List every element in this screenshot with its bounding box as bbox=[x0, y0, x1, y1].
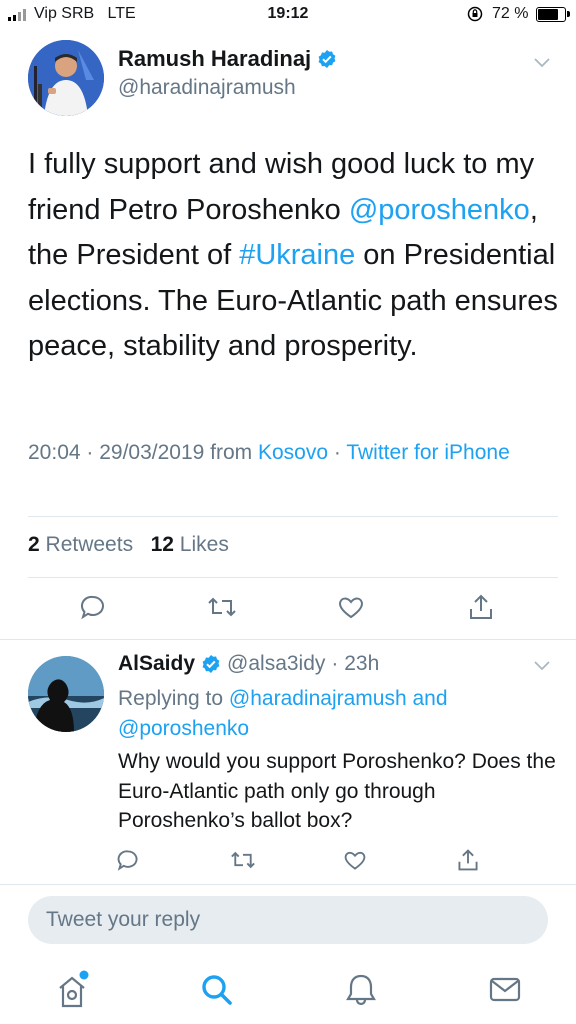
status-time: 19:12 bbox=[267, 5, 309, 22]
retweet-button[interactable] bbox=[202, 587, 242, 627]
reply-author-avatar[interactable] bbox=[28, 656, 104, 732]
reply-input[interactable]: Tweet your reply bbox=[28, 896, 548, 944]
replying-to: Replying to @haradinajramush and @poroshe… bbox=[118, 684, 538, 744]
author-avatar[interactable] bbox=[28, 40, 104, 116]
tab-messages[interactable] bbox=[485, 970, 525, 1010]
likes-count: 12 bbox=[150, 533, 174, 556]
meta-separator: · bbox=[328, 441, 347, 464]
verified-badge-icon bbox=[318, 50, 336, 68]
client-link[interactable]: Twitter for iPhone bbox=[346, 441, 509, 464]
reply-icon bbox=[80, 595, 104, 620]
retweets-stat[interactable]: 2 Retweets bbox=[28, 533, 133, 556]
tweet-text: I fully support and wish good luck to my… bbox=[28, 142, 558, 370]
verified-badge-icon bbox=[202, 655, 220, 673]
author-name[interactable]: Ramush Haradinaj bbox=[118, 46, 311, 72]
reply-author-handle[interactable]: @alsa3idy bbox=[227, 652, 325, 676]
share-button[interactable] bbox=[461, 587, 501, 627]
battery-percent: 72 % bbox=[492, 5, 529, 22]
status-bar: Vip SRB LTE 19:12 72 % bbox=[0, 0, 576, 32]
reply-text: Why would you support Poroshenko? Does t… bbox=[118, 750, 556, 832]
reply-button[interactable] bbox=[73, 587, 113, 627]
tab-search[interactable] bbox=[197, 970, 237, 1010]
retweet-icon bbox=[231, 851, 255, 869]
tweet-timestamp: 20:04 · 29/03/2019 from bbox=[28, 441, 258, 464]
retweet-icon bbox=[208, 597, 236, 617]
tab-home[interactable] bbox=[53, 968, 93, 1012]
like-button[interactable] bbox=[335, 840, 375, 880]
chevron-down-icon[interactable] bbox=[532, 655, 552, 675]
author-handle[interactable]: @haradinajramush bbox=[118, 76, 296, 100]
retweet-button[interactable] bbox=[223, 840, 263, 880]
reply-icon bbox=[117, 850, 138, 871]
divider bbox=[28, 577, 558, 578]
divider bbox=[0, 639, 576, 640]
reply-author-row: AlSaidy @alsa3idy · 23h bbox=[118, 652, 379, 676]
home-icon bbox=[59, 970, 89, 1008]
tab-bar bbox=[0, 958, 576, 1024]
likes-label: Likes bbox=[179, 533, 229, 556]
replying-user-link[interactable]: @poroshenko bbox=[118, 717, 249, 740]
tweet-actions bbox=[0, 587, 576, 629]
replying-and: and bbox=[406, 687, 448, 710]
retweets-label: Retweets bbox=[45, 533, 134, 556]
hashtag-link[interactable]: #Ukraine bbox=[239, 239, 355, 271]
likes-stat[interactable]: 12 Likes bbox=[151, 533, 229, 556]
share-icon bbox=[458, 849, 478, 871]
mention-link[interactable]: @poroshenko bbox=[349, 194, 530, 226]
chevron-down-icon[interactable] bbox=[532, 52, 552, 72]
tweet-meta: 20:04 · 29/03/2019 from Kosovo · Twitter… bbox=[28, 438, 548, 468]
reply-time: · 23h bbox=[331, 652, 380, 675]
reply-actions bbox=[0, 840, 576, 880]
like-button[interactable] bbox=[331, 587, 371, 627]
retweets-count: 2 bbox=[28, 533, 40, 556]
replying-prefix: Replying to bbox=[118, 687, 229, 710]
battery-icon bbox=[536, 7, 570, 22]
share-icon bbox=[470, 594, 492, 619]
notifications-icon bbox=[346, 974, 376, 1006]
location-link[interactable]: Kosovo bbox=[258, 441, 328, 464]
tab-notifications[interactable] bbox=[341, 970, 381, 1010]
reply-author-name[interactable]: AlSaidy bbox=[118, 652, 195, 676]
share-button[interactable] bbox=[448, 840, 488, 880]
tweet-stats: 2 Retweets 12 Likes bbox=[28, 533, 229, 557]
author-name-row: Ramush Haradinaj bbox=[118, 46, 337, 72]
reply-input-placeholder: Tweet your reply bbox=[46, 908, 201, 931]
messages-icon bbox=[489, 977, 521, 1002]
heart-icon bbox=[344, 851, 366, 870]
search-icon bbox=[202, 975, 232, 1005]
replying-user-link[interactable]: @haradinajramush bbox=[229, 687, 407, 710]
divider bbox=[0, 884, 576, 885]
reply-button[interactable] bbox=[108, 840, 148, 880]
orientation-lock-icon bbox=[467, 6, 483, 22]
divider bbox=[28, 516, 558, 517]
heart-icon bbox=[339, 597, 363, 619]
